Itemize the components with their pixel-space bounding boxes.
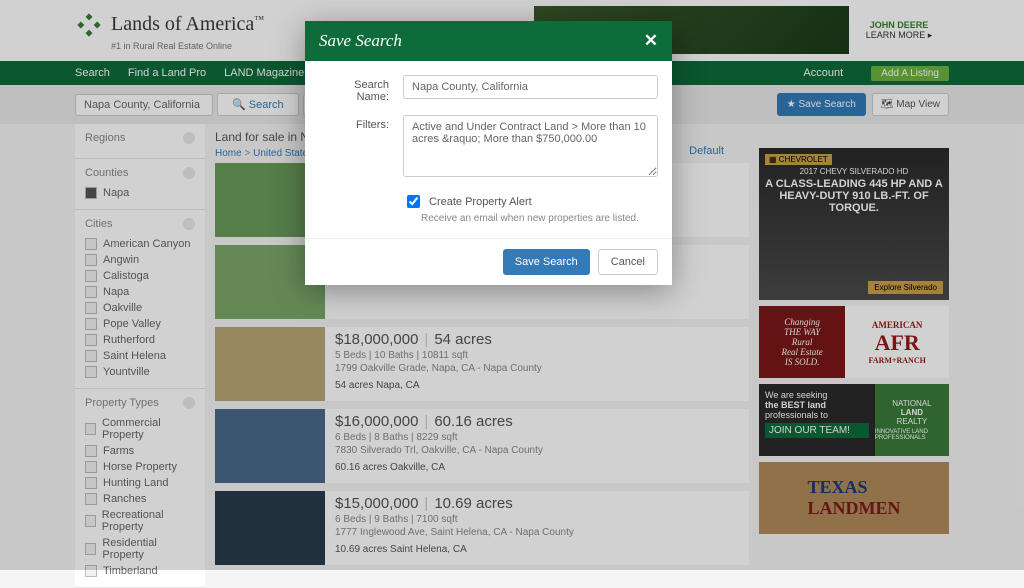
modal-title: Save Search (319, 31, 402, 51)
modal-header: Save Search ✕ (305, 21, 672, 61)
save-search-modal: Save Search ✕ Search Name: Filters: Crea… (305, 21, 672, 285)
filters-textarea[interactable] (403, 115, 658, 177)
alert-description: Receive an email when new properties are… (421, 213, 658, 224)
filters-label: Filters: (319, 115, 389, 180)
close-icon[interactable]: ✕ (644, 31, 658, 51)
create-alert-checkbox[interactable]: Create Property Alert (403, 192, 658, 211)
search-name-input[interactable] (403, 75, 658, 99)
modal-cancel-button[interactable]: Cancel (598, 249, 658, 275)
search-name-label: Search Name: (319, 75, 389, 103)
modal-save-button[interactable]: Save Search (503, 249, 590, 275)
